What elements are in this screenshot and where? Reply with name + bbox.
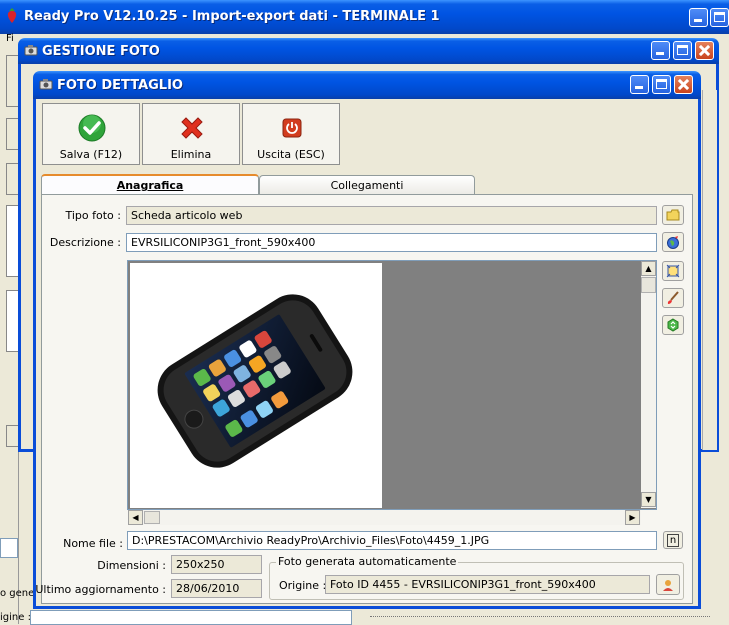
scroll-thumb-horizontal[interactable] bbox=[144, 511, 160, 524]
gestione-maximize-button[interactable] bbox=[673, 41, 692, 60]
scroll-down-button[interactable]: ▼ bbox=[641, 492, 656, 507]
bg-bottom-dash bbox=[370, 616, 710, 618]
main-maximize-button[interactable] bbox=[710, 8, 729, 27]
nome-file-label: Nome file : bbox=[63, 537, 123, 550]
tab-collegamenti[interactable]: Collegamenti bbox=[259, 175, 475, 194]
folder-icon bbox=[666, 209, 680, 221]
checkmark-icon bbox=[78, 114, 106, 145]
brush-icon bbox=[667, 291, 679, 304]
origine-label: Origine : bbox=[279, 579, 327, 592]
gestione-camera-icon bbox=[24, 44, 38, 59]
preview-vertical-scrollbar[interactable] bbox=[641, 261, 656, 508]
origine-field[interactable]: Foto ID 4455 - EVRSILICONIP3G1_front_590… bbox=[325, 575, 650, 594]
dialog-close-button[interactable] bbox=[674, 75, 693, 94]
menu-file-fragment[interactable]: Fi bbox=[6, 33, 14, 44]
ultimo-aggiornamento-label: Ultimo aggiornamento : bbox=[35, 583, 166, 596]
delete-button[interactable]: Elimina bbox=[142, 103, 240, 165]
gestione-right-strip bbox=[702, 90, 717, 450]
tab-anagrafica-label: Anagrafica bbox=[116, 179, 184, 192]
red-x-icon bbox=[178, 114, 206, 145]
tipo-foto-field[interactable]: Scheda articolo web bbox=[126, 206, 657, 225]
delete-button-label: Elimina bbox=[170, 148, 212, 161]
gestione-window-title: GESTIONE FOTO bbox=[42, 44, 160, 59]
bg-left-field bbox=[0, 538, 18, 558]
photo-canvas bbox=[130, 263, 382, 508]
person-search-icon bbox=[663, 579, 673, 591]
nome-file-button-label: n bbox=[666, 533, 680, 547]
save-button[interactable]: Salva (F12) bbox=[42, 103, 140, 165]
app-strawberry-icon bbox=[5, 8, 19, 24]
exit-button-label: Uscita (ESC) bbox=[257, 148, 325, 161]
dialog-titlebar[interactable]: FOTO DETTAGLIO bbox=[33, 71, 701, 99]
dimensioni-field[interactable]: 250x250 bbox=[171, 555, 262, 574]
fit-image-button[interactable] bbox=[662, 261, 684, 281]
tab-collegamenti-label: Collegamenti bbox=[330, 179, 404, 192]
fit-frame-icon bbox=[666, 264, 680, 278]
scroll-right-button[interactable]: ▶ bbox=[625, 510, 640, 525]
main-window-title: Ready Pro V12.10.25 - Import-export dati… bbox=[24, 9, 440, 24]
bg-left-label-2: igine : bbox=[0, 612, 31, 623]
dialog-camera-icon bbox=[39, 78, 53, 93]
power-icon bbox=[282, 118, 302, 141]
scroll-thumb-vertical[interactable] bbox=[641, 277, 656, 293]
gestione-titlebar[interactable]: GESTIONE FOTO bbox=[18, 38, 719, 64]
dialog-title: FOTO DETTAGLIO bbox=[57, 78, 183, 93]
folder-button[interactable] bbox=[662, 205, 684, 225]
dimensioni-label: Dimensioni : bbox=[97, 559, 166, 572]
preview-horizontal-scrollbar[interactable] bbox=[128, 510, 641, 525]
exit-button[interactable]: Uscita (ESC) bbox=[242, 103, 340, 165]
edit-image-button[interactable] bbox=[662, 288, 684, 308]
ultimo-aggiornamento-field[interactable]: 28/06/2010 bbox=[171, 579, 262, 598]
gestione-minimize-button[interactable] bbox=[651, 41, 670, 60]
scroll-left-button[interactable]: ◀ bbox=[128, 510, 143, 525]
scroll-up-button[interactable]: ▲ bbox=[641, 261, 656, 276]
gestione-close-button[interactable] bbox=[695, 41, 714, 60]
recycle-icon bbox=[667, 318, 679, 332]
nome-file-input[interactable]: D:\PRESTACOM\Archivio ReadyPro\Archivio_… bbox=[127, 531, 657, 550]
nome-file-button[interactable]: n bbox=[663, 531, 683, 549]
dialog-maximize-button[interactable] bbox=[652, 75, 671, 94]
globe-button[interactable] bbox=[662, 232, 684, 252]
save-button-label: Salva (F12) bbox=[59, 148, 123, 161]
descrizione-input[interactable]: EVRSILICONIP3G1_front_590x400 bbox=[126, 233, 657, 252]
recycle-button[interactable] bbox=[662, 315, 684, 335]
tipo-foto-label: Tipo foto : bbox=[65, 209, 122, 222]
origine-open-button[interactable] bbox=[656, 574, 680, 595]
foto-generata-title: Foto generata automaticamente bbox=[276, 555, 459, 568]
descrizione-label: Descrizione : bbox=[49, 236, 121, 249]
dialog-minimize-button[interactable] bbox=[630, 75, 649, 94]
phone-photo-icon bbox=[157, 294, 353, 468]
main-minimize-button[interactable] bbox=[689, 8, 708, 27]
globe-icon bbox=[667, 236, 679, 249]
tab-anagrafica[interactable]: Anagrafica bbox=[41, 174, 259, 196]
main-titlebar[interactable]: Ready Pro V12.10.25 - Import-export dati… bbox=[0, 0, 729, 34]
